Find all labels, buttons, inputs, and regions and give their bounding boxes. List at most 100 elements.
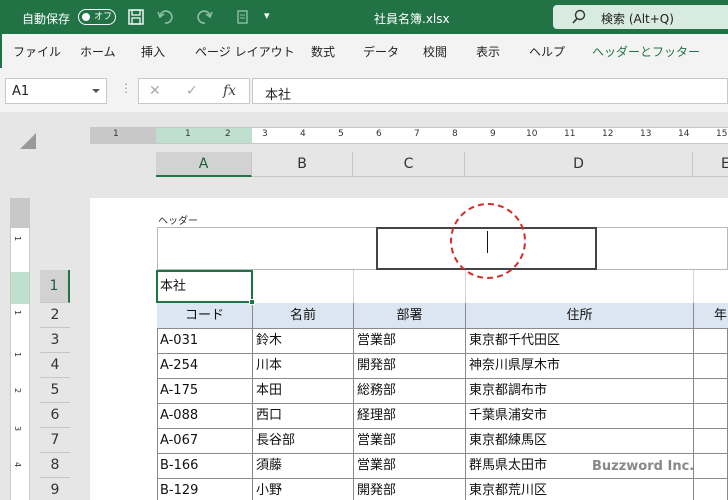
table-header-age[interactable]: 年 — [694, 303, 728, 328]
row-header-1[interactable]: 1 — [40, 270, 70, 303]
table-cell[interactable]: 東京都練馬区 — [466, 428, 693, 453]
row-header-3[interactable]: 3 — [40, 328, 70, 353]
cancel-icon[interactable]: ✕ — [149, 83, 161, 99]
row-header-7[interactable]: 7 — [40, 428, 70, 453]
ruler-number: 9 — [490, 129, 496, 139]
table-cell[interactable]: 東京都調布市 — [466, 378, 693, 403]
table-header-department[interactable]: 部署 — [354, 303, 466, 328]
more-icon: ⋮ — [120, 81, 132, 95]
enter-icon[interactable]: ✓ — [186, 83, 198, 99]
tab-formulas[interactable]: 数式 — [311, 43, 335, 60]
customize-qat-icon[interactable]: ▾ — [264, 9, 282, 27]
table-cell[interactable]: 総務部 — [354, 378, 465, 403]
tab-review[interactable]: 校閲 — [423, 43, 447, 60]
formula-input[interactable]: 本社 — [252, 78, 728, 104]
row-header-9[interactable]: 9 — [40, 478, 70, 500]
table-header-code[interactable]: コード — [157, 303, 253, 328]
ruler-margin — [90, 128, 156, 143]
row-header-4[interactable]: 4 — [40, 353, 70, 378]
tab-page-layout[interactable]: ページ レイアウト — [195, 43, 295, 60]
watermark: Buzzword Inc. — [592, 459, 695, 474]
tab-view[interactable]: 表示 — [476, 43, 500, 60]
table-cell[interactable]: B-166 — [157, 453, 252, 478]
table-cell[interactable]: A-088 — [157, 403, 252, 428]
fill-handle[interactable] — [249, 299, 255, 305]
tab-data[interactable]: データ — [363, 43, 399, 60]
ruler-number: 1 — [13, 351, 23, 358]
ribbon-tabs: ファイル ホーム 挿入 ページ レイアウト 数式 データ 校閲 表示 ヘルプ ヘ… — [0, 34, 728, 68]
chevron-down-icon[interactable] — [92, 89, 100, 93]
table-cell[interactable]: 営業部 — [354, 428, 465, 453]
ruler-number: 2 — [13, 387, 23, 394]
ruler-number: 4 — [13, 461, 23, 468]
active-cell-selection[interactable] — [156, 270, 255, 305]
header-section-label: ヘッダー — [158, 216, 198, 227]
column-header-d[interactable]: D — [465, 152, 693, 177]
save-icon[interactable] — [127, 8, 145, 26]
table-header-address[interactable]: 住所 — [466, 303, 694, 328]
file-title: 社員名簿.xlsx — [374, 12, 450, 26]
ruler-number: 12 — [602, 129, 614, 139]
vertical-ruler: 1 1 1 2 3 4 — [10, 198, 30, 500]
row-header-8[interactable]: 8 — [40, 453, 70, 478]
table-header-name[interactable]: 名前 — [253, 303, 354, 328]
format-painter-icon[interactable] — [234, 8, 252, 26]
formula-bar: A1 ⋮ ✕ ✓ fx 本社 — [0, 68, 728, 112]
table-cell[interactable]: 営業部 — [354, 328, 465, 353]
table-cell[interactable]: 川本 — [253, 353, 353, 378]
table-cell[interactable]: 長谷部 — [253, 428, 353, 453]
ruler-number: 5 — [338, 129, 344, 139]
table-cell[interactable]: 営業部 — [354, 453, 465, 478]
table-cell[interactable]: 西口 — [253, 403, 353, 428]
name-box-value: A1 — [12, 84, 30, 99]
search-box[interactable]: 検索 (Alt+Q) — [553, 5, 728, 29]
column-header-e[interactable]: E — [693, 152, 728, 177]
table-cell[interactable]: 鈴木 — [253, 328, 353, 353]
ruler-number: 13 — [640, 129, 652, 139]
insert-function-icon[interactable]: fx — [223, 83, 236, 99]
table-cell[interactable]: 神奈川県厚木市 — [466, 353, 693, 378]
undo-icon[interactable] — [156, 8, 174, 26]
ruler-number: 3 — [262, 129, 268, 139]
table-cell[interactable]: A-067 — [157, 428, 252, 453]
table-cell[interactable]: 須藤 — [253, 453, 353, 478]
table-cell[interactable]: 東京都千代田区 — [466, 328, 693, 353]
row-header-6[interactable]: 6 — [40, 403, 70, 428]
row-header-5[interactable]: 5 — [40, 378, 70, 403]
tab-help[interactable]: ヘルプ — [529, 43, 565, 60]
toggle-knob — [82, 13, 90, 21]
ruler-selection — [156, 128, 252, 143]
table-cell[interactable]: 千葉県浦安市 — [466, 403, 693, 428]
column-header-b[interactable]: B — [252, 152, 353, 177]
tab-insert[interactable]: 挿入 — [141, 43, 165, 60]
table-cell[interactable]: A-031 — [157, 328, 252, 353]
column-header-c[interactable]: C — [353, 152, 465, 177]
tab-home[interactable]: ホーム — [80, 43, 116, 60]
formula-buttons: ✕ ✓ fx — [138, 78, 250, 104]
ruler-number: 2 — [225, 129, 231, 139]
table-cell[interactable]: A-175 — [157, 378, 252, 403]
redo-icon[interactable] — [196, 8, 214, 26]
column-header-a[interactable]: A — [156, 152, 252, 177]
autosave-label: 自動保存 — [22, 12, 71, 26]
autosave-toggle[interactable]: オフ — [78, 9, 116, 25]
select-all-icon[interactable] — [20, 133, 36, 149]
ruler-number: 3 — [13, 425, 23, 432]
table-cell[interactable]: 経理部 — [354, 403, 465, 428]
row-header-2[interactable]: 2 — [40, 303, 70, 328]
table-cell[interactable]: B-129 — [157, 478, 252, 500]
table-cell[interactable]: A-254 — [157, 353, 252, 378]
table-cell[interactable]: 開発部 — [354, 353, 465, 378]
name-box[interactable]: A1 — [5, 78, 107, 104]
table-col-border — [252, 303, 253, 500]
tab-file[interactable]: ファイル — [13, 43, 61, 60]
ruler-number: 1 — [13, 309, 23, 316]
search-placeholder: 検索 (Alt+Q) — [601, 12, 674, 26]
table-cell[interactable]: 開発部 — [354, 478, 465, 500]
ruler-number: 1 — [185, 129, 191, 139]
table-cell[interactable]: 本田 — [253, 378, 353, 403]
ruler-number: 15 — [716, 129, 728, 139]
tab-header-footer[interactable]: ヘッダーとフッター — [592, 43, 700, 60]
table-cell[interactable]: 東京都荒川区 — [466, 478, 693, 500]
table-cell[interactable]: 小野 — [253, 478, 353, 500]
